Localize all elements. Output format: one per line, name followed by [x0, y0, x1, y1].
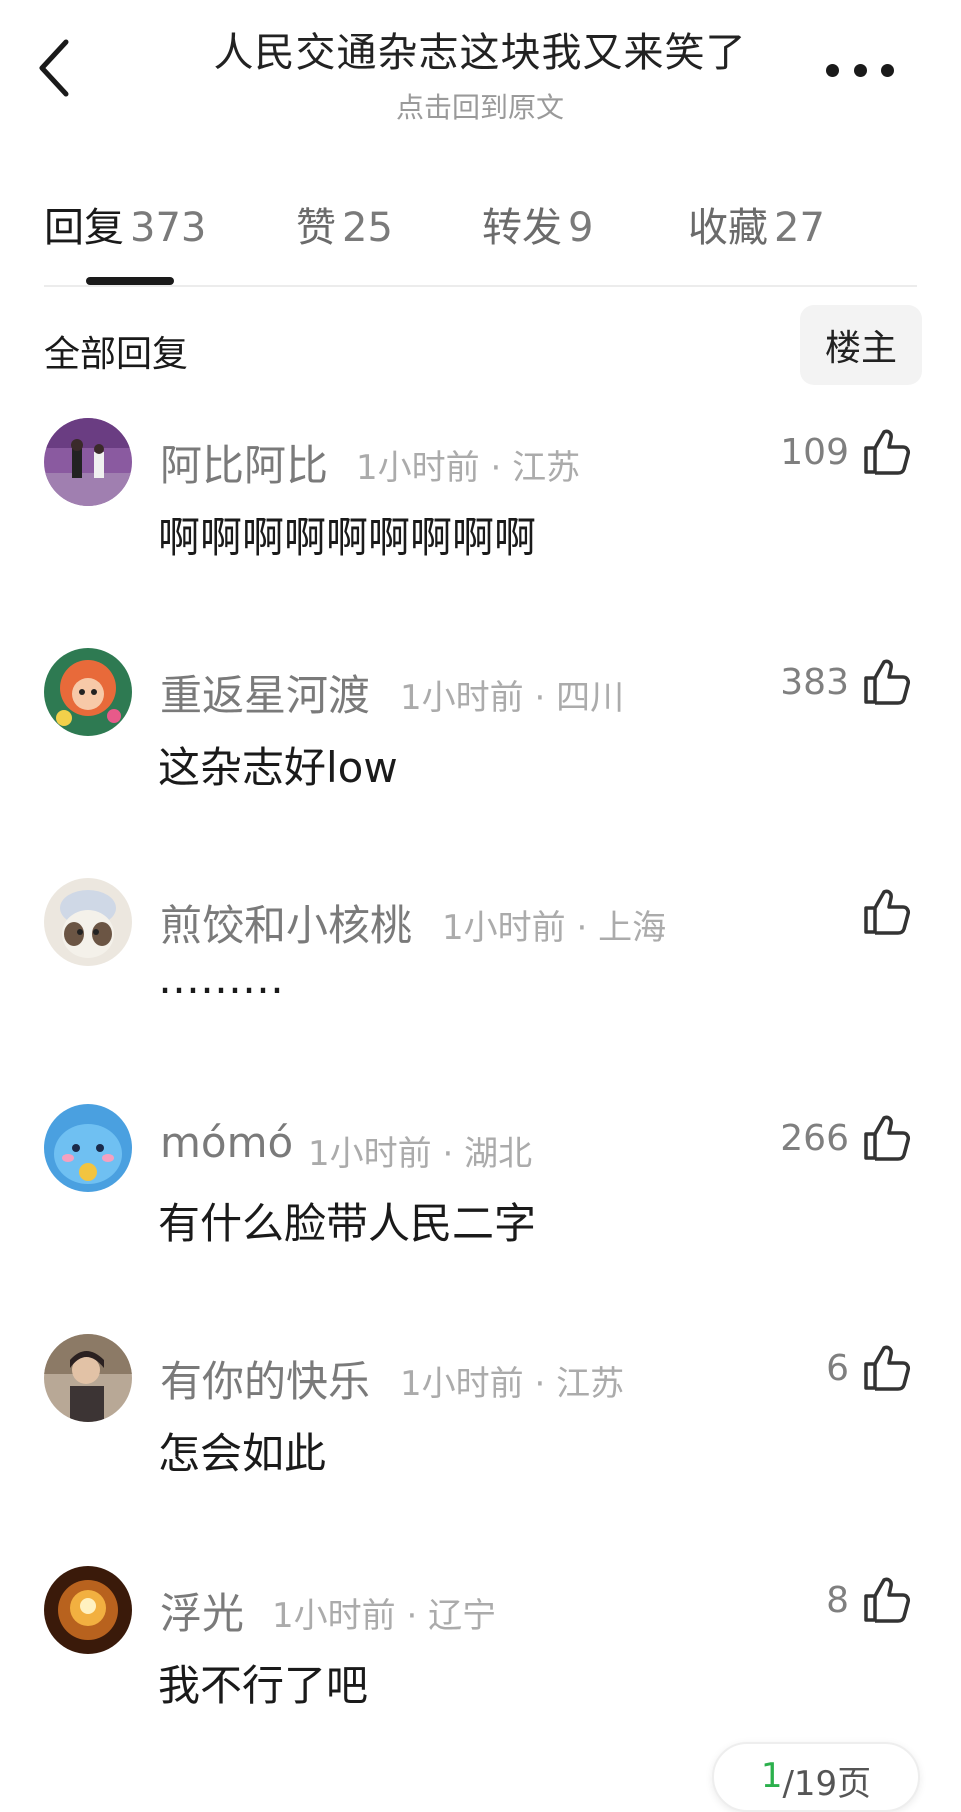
- comment-text: 啊啊啊啊啊啊啊啊啊: [158, 513, 537, 562]
- comment-item: 重返星河渡 1小时前 · 四川 383 这杂志好low: [0, 648, 961, 848]
- comment-meta: 1小时前 · 江苏: [400, 1364, 625, 1404]
- blue-cartoon-icon: [44, 1104, 132, 1192]
- avatar[interactable]: [44, 648, 132, 736]
- thumbs-up-icon: [864, 1115, 910, 1161]
- thumbs-up-icon: [864, 659, 910, 705]
- timestamp: 1小时前: [400, 1364, 524, 1404]
- comment-text: 有什么脸带人民二字: [158, 1199, 537, 1248]
- like-count: 383: [780, 662, 849, 703]
- cat-icon: [44, 878, 132, 966]
- comment-text: 怎会如此: [158, 1429, 327, 1478]
- comment-meta: 1小时前 · 湖北: [308, 1134, 533, 1174]
- tab-likes[interactable]: 赞 25: [296, 195, 393, 253]
- like-button[interactable]: [862, 426, 912, 476]
- total-pages: /19页: [782, 1764, 872, 1804]
- like-button[interactable]: [862, 1574, 912, 1624]
- thumbs-up-icon: [864, 889, 910, 935]
- op-only-filter-button[interactable]: 楼主: [800, 305, 922, 385]
- like-count: 109: [780, 432, 849, 473]
- active-tab-indicator: [86, 277, 174, 285]
- username[interactable]: 浮光: [160, 1580, 244, 1641]
- golden-light-icon: [44, 1566, 132, 1654]
- like-button[interactable]: [862, 656, 912, 706]
- timestamp: 1小时前: [308, 1134, 432, 1174]
- location: 上海: [598, 908, 667, 948]
- user-photo-icon: [44, 418, 132, 506]
- avatar[interactable]: [44, 878, 132, 966]
- illustrated-girl-icon: [44, 648, 132, 736]
- thumbs-up-icon: [864, 429, 910, 475]
- comment-meta: 1小时前 · 辽宁: [272, 1596, 497, 1636]
- comment-item: 阿比阿比 1小时前 · 江苏 109 啊啊啊啊啊啊啊啊啊: [0, 418, 961, 618]
- comment-item: mómó 1小时前 · 湖北 266 有什么脸带人民二字: [0, 1104, 961, 1304]
- avatar[interactable]: [44, 1566, 132, 1654]
- comment-text: 这杂志好low: [158, 743, 398, 792]
- username[interactable]: 煎饺和小核桃: [160, 892, 412, 953]
- like-button[interactable]: [862, 1342, 912, 1392]
- tab-favorites[interactable]: 收藏 27: [688, 195, 825, 253]
- comment-text: 我不行了吧: [158, 1661, 369, 1710]
- username[interactable]: 重返星河渡: [160, 662, 370, 723]
- location: 江苏: [556, 1364, 625, 1404]
- location: 辽宁: [428, 1596, 497, 1636]
- tab-count: 27: [774, 205, 825, 251]
- tab-label: 回复: [44, 205, 124, 251]
- page-title: 人民交通杂志这块我又来笑了: [213, 30, 747, 76]
- person-photo-icon: [44, 1334, 132, 1422]
- username[interactable]: mómó: [160, 1118, 293, 1167]
- like-button[interactable]: [862, 1112, 912, 1162]
- like-count: 8: [826, 1580, 849, 1621]
- tab-label: 转发: [482, 205, 562, 251]
- comment-item: 煎饺和小核桃 1小时前 · 上海 ………: [0, 878, 961, 1078]
- thumbs-up-icon: [864, 1345, 910, 1391]
- tab-label: 收藏: [688, 205, 768, 251]
- avatar[interactable]: [44, 1104, 132, 1192]
- current-page: 1: [760, 1756, 783, 1796]
- comment-meta: 1小时前 · 上海: [442, 908, 667, 948]
- top-bar: 人民交通杂志这块我又来笑了 点击回到原文: [0, 0, 961, 150]
- tab-reposts[interactable]: 转发 9: [482, 195, 593, 253]
- more-options-button[interactable]: [826, 52, 894, 88]
- comment-item: 有你的快乐 1小时前 · 江苏 6 怎会如此: [0, 1334, 961, 1534]
- username[interactable]: 阿比阿比: [160, 432, 328, 493]
- tab-bar: 回复 373 赞 25 转发 9 收藏 27: [0, 195, 961, 285]
- more-dot-icon: [853, 63, 867, 77]
- timestamp: 1小时前: [400, 678, 524, 718]
- tab-count: 25: [342, 205, 393, 251]
- timestamp: 1小时前: [442, 908, 566, 948]
- chevron-left-icon: [39, 39, 69, 97]
- tab-count: 373: [130, 205, 207, 251]
- tab-divider: [44, 285, 917, 287]
- back-to-original-link[interactable]: 点击回到原文: [140, 86, 820, 126]
- username[interactable]: 有你的快乐: [160, 1348, 370, 1409]
- more-dot-icon: [881, 63, 894, 77]
- page-indicator-button[interactable]: 1/19页: [712, 1742, 920, 1812]
- location: 江苏: [512, 448, 581, 488]
- like-count: 6: [826, 1348, 849, 1389]
- thumbs-up-icon: [864, 1577, 910, 1623]
- back-button[interactable]: [30, 30, 90, 110]
- like-count: 266: [780, 1118, 849, 1159]
- like-button[interactable]: [862, 886, 912, 936]
- all-replies-heading: 全部回复: [44, 334, 189, 375]
- timestamp: 1小时前: [356, 448, 480, 488]
- comment-item: 浮光 1小时前 · 辽宁 8 我不行了吧: [0, 1566, 961, 1766]
- more-dot-icon: [826, 63, 839, 77]
- comment-meta: 1小时前 · 四川: [400, 678, 625, 718]
- comment-meta: 1小时前 · 江苏: [356, 448, 581, 488]
- avatar[interactable]: [44, 1334, 132, 1422]
- comment-text: ………: [158, 954, 284, 1003]
- timestamp: 1小时前: [272, 1596, 396, 1636]
- tab-count: 9: [568, 205, 594, 251]
- avatar[interactable]: [44, 418, 132, 506]
- tab-label: 赞: [296, 205, 336, 251]
- location: 湖北: [464, 1134, 533, 1174]
- tab-replies[interactable]: 回复 373: [44, 195, 206, 253]
- location: 四川: [556, 678, 625, 718]
